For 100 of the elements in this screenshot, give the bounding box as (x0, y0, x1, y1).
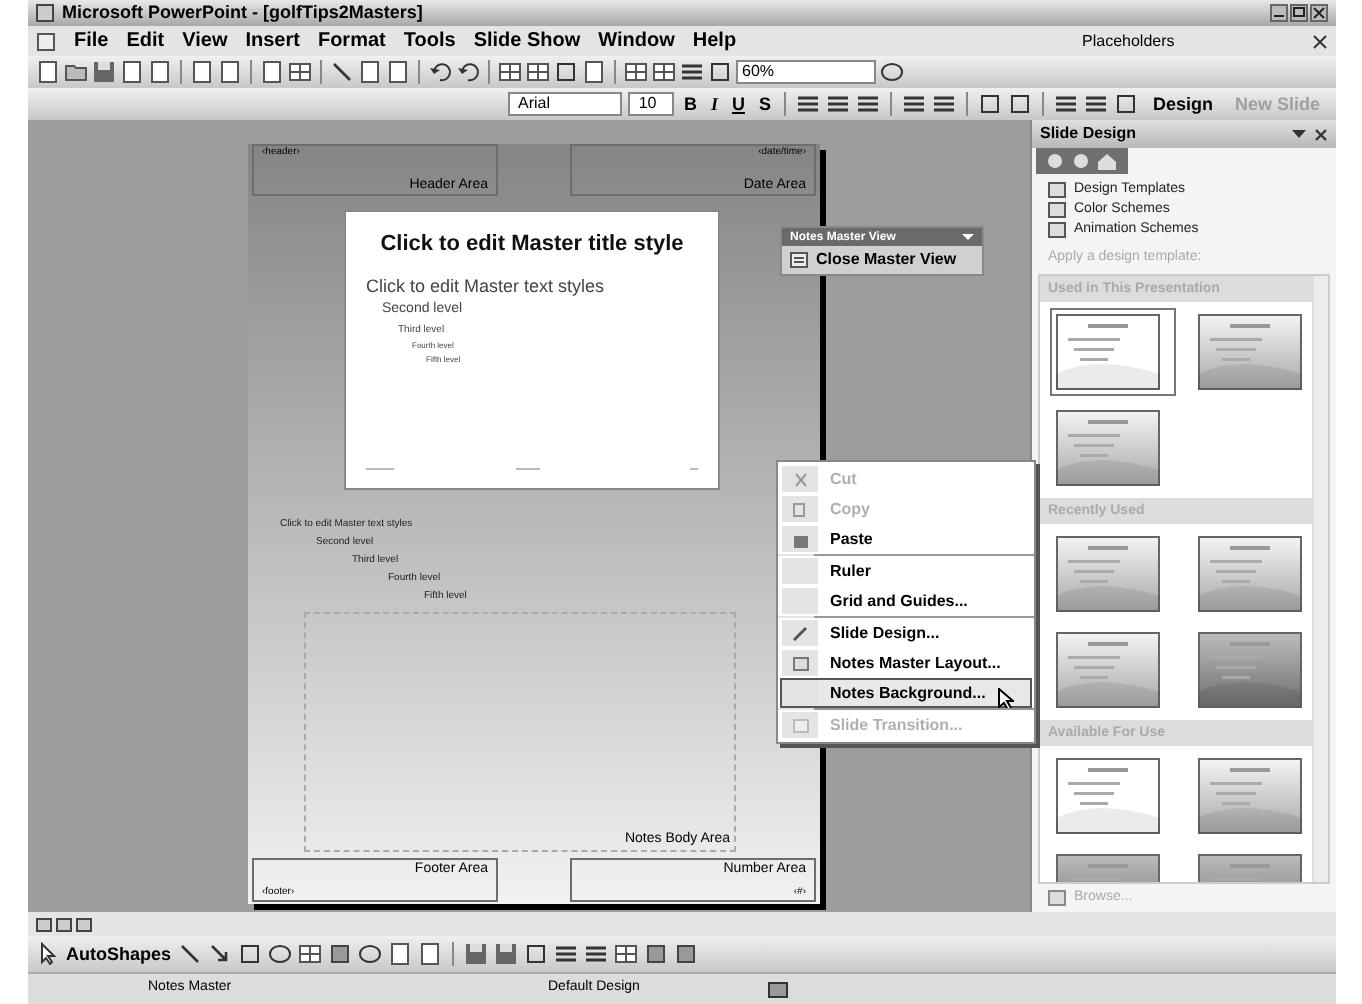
font-field[interactable]: Arial (508, 92, 623, 116)
undo-icon[interactable] (428, 60, 452, 84)
forward-icon[interactable] (1070, 152, 1092, 170)
menu-item[interactable]: Tools (403, 31, 456, 51)
slideshow-view-icon[interactable] (76, 917, 92, 931)
format-button[interactable]: S (754, 95, 775, 113)
page-icon[interactable] (417, 942, 442, 966)
page-icon[interactable] (358, 60, 382, 84)
autoshapes-button[interactable]: AutoShapes (66, 945, 172, 963)
menu-item[interactable]: Insert (245, 31, 300, 51)
align-icon[interactable] (553, 942, 578, 966)
menu-item[interactable]: Notes Background... (780, 678, 1032, 708)
align-icon[interactable] (826, 92, 851, 116)
menu-item[interactable]: Grid and Guides... (780, 586, 1032, 616)
align-icon[interactable] (856, 92, 881, 116)
line-icon[interactable] (330, 60, 354, 84)
ellipse-icon[interactable] (880, 60, 904, 84)
square-icon[interactable] (708, 60, 732, 84)
page-icon[interactable] (190, 60, 214, 84)
grid-icon[interactable] (613, 942, 638, 966)
arrow-icon[interactable] (207, 942, 232, 966)
page-icon[interactable] (260, 60, 284, 84)
undo-icon[interactable] (456, 60, 480, 84)
layout-icon (791, 655, 809, 671)
zoom-field[interactable]: 60% (736, 60, 876, 84)
grid-icon[interactable] (498, 60, 522, 84)
menu-item[interactable]: Slide Design... (780, 618, 1032, 648)
square-icon[interactable] (1008, 92, 1033, 116)
page-icon[interactable] (387, 942, 412, 966)
page-icon[interactable] (120, 60, 144, 84)
dropdown-arrow-icon[interactable] (1292, 128, 1306, 140)
ellipse-icon[interactable] (267, 942, 292, 966)
back-icon[interactable] (1044, 152, 1066, 170)
close-icon[interactable] (1312, 33, 1328, 49)
align-icon[interactable] (902, 92, 927, 116)
close-icon[interactable] (1310, 4, 1328, 22)
grid-icon[interactable] (288, 60, 312, 84)
transition-icon (791, 717, 809, 733)
page-icon[interactable] (218, 60, 242, 84)
design-button[interactable]: Design (1144, 95, 1221, 113)
page-icon[interactable] (582, 60, 606, 84)
restore-icon[interactable] (1290, 4, 1308, 22)
help-field[interactable]: Placeholders (1074, 29, 1294, 53)
align-icon[interactable] (1084, 92, 1109, 116)
grid-icon[interactable] (652, 60, 676, 84)
menu-item[interactable]: Edit (126, 31, 165, 51)
font-size-field[interactable]: 10 (628, 92, 674, 116)
pointer-icon[interactable] (36, 942, 60, 966)
shape-icon[interactable] (673, 942, 698, 966)
menu-item[interactable]: Format (317, 31, 386, 51)
outline-text: Click to edit Master text styles (366, 275, 607, 298)
grid-icon[interactable] (297, 942, 322, 966)
template-thumbnail[interactable] (1050, 307, 1176, 396)
format-button[interactable]: U (727, 95, 749, 113)
minimize-icon[interactable] (1270, 4, 1288, 22)
square-icon[interactable] (1114, 92, 1139, 116)
menu-item[interactable]: Slide Show (473, 31, 581, 51)
close-icon[interactable] (1314, 127, 1328, 141)
format-button[interactable]: B (679, 95, 701, 113)
page-icon[interactable] (148, 60, 172, 84)
align-icon[interactable] (932, 92, 957, 116)
dropdown-arrow-icon[interactable] (962, 232, 974, 242)
menu-item[interactable]: Help (692, 31, 737, 51)
square-icon[interactable] (554, 60, 578, 84)
home-icon[interactable] (1096, 152, 1118, 170)
shape-icon[interactable] (643, 942, 668, 966)
sorter-view-icon[interactable] (56, 917, 72, 931)
menu-item[interactable]: Notes Master Layout... (780, 648, 1032, 678)
window-title: Microsoft PowerPoint - [golfTips2Masters] (62, 4, 423, 22)
grid-icon[interactable] (526, 60, 550, 84)
ellipse-icon[interactable] (357, 942, 382, 966)
folder-icon[interactable] (64, 60, 88, 84)
menu-item[interactable]: Paste (780, 524, 1032, 554)
clipboard-icon (791, 531, 809, 547)
layout-icon[interactable] (790, 252, 808, 268)
pane-title: Slide Design (1040, 122, 1137, 146)
page-icon[interactable] (36, 60, 60, 84)
app-icon (36, 4, 54, 22)
line-icon[interactable] (177, 942, 202, 966)
format-button[interactable]: I (706, 95, 722, 113)
menu-item[interactable]: Ruler (780, 556, 1032, 586)
shape-icon[interactable] (327, 942, 352, 966)
spelling-icon (768, 981, 788, 997)
align-icon[interactable] (1054, 92, 1079, 116)
square-icon[interactable] (523, 942, 548, 966)
square-icon[interactable] (237, 942, 262, 966)
square-icon[interactable] (978, 92, 1003, 116)
page-icon[interactable] (386, 60, 410, 84)
menu-item[interactable]: File (74, 31, 109, 51)
align-icon[interactable] (680, 60, 704, 84)
menu-item[interactable]: Window (598, 31, 675, 51)
close-master-view-button[interactable]: Close Master View (816, 252, 957, 268)
normal-view-icon[interactable] (36, 917, 52, 931)
document-icon[interactable] (36, 31, 56, 51)
menu-item[interactable]: View (182, 31, 228, 51)
cursor-icon (998, 688, 1014, 710)
align-icon[interactable] (583, 942, 608, 966)
align-icon[interactable] (796, 92, 821, 116)
grid-icon[interactable] (624, 60, 648, 84)
slide-title: Click to edit Master title style (378, 232, 686, 260)
